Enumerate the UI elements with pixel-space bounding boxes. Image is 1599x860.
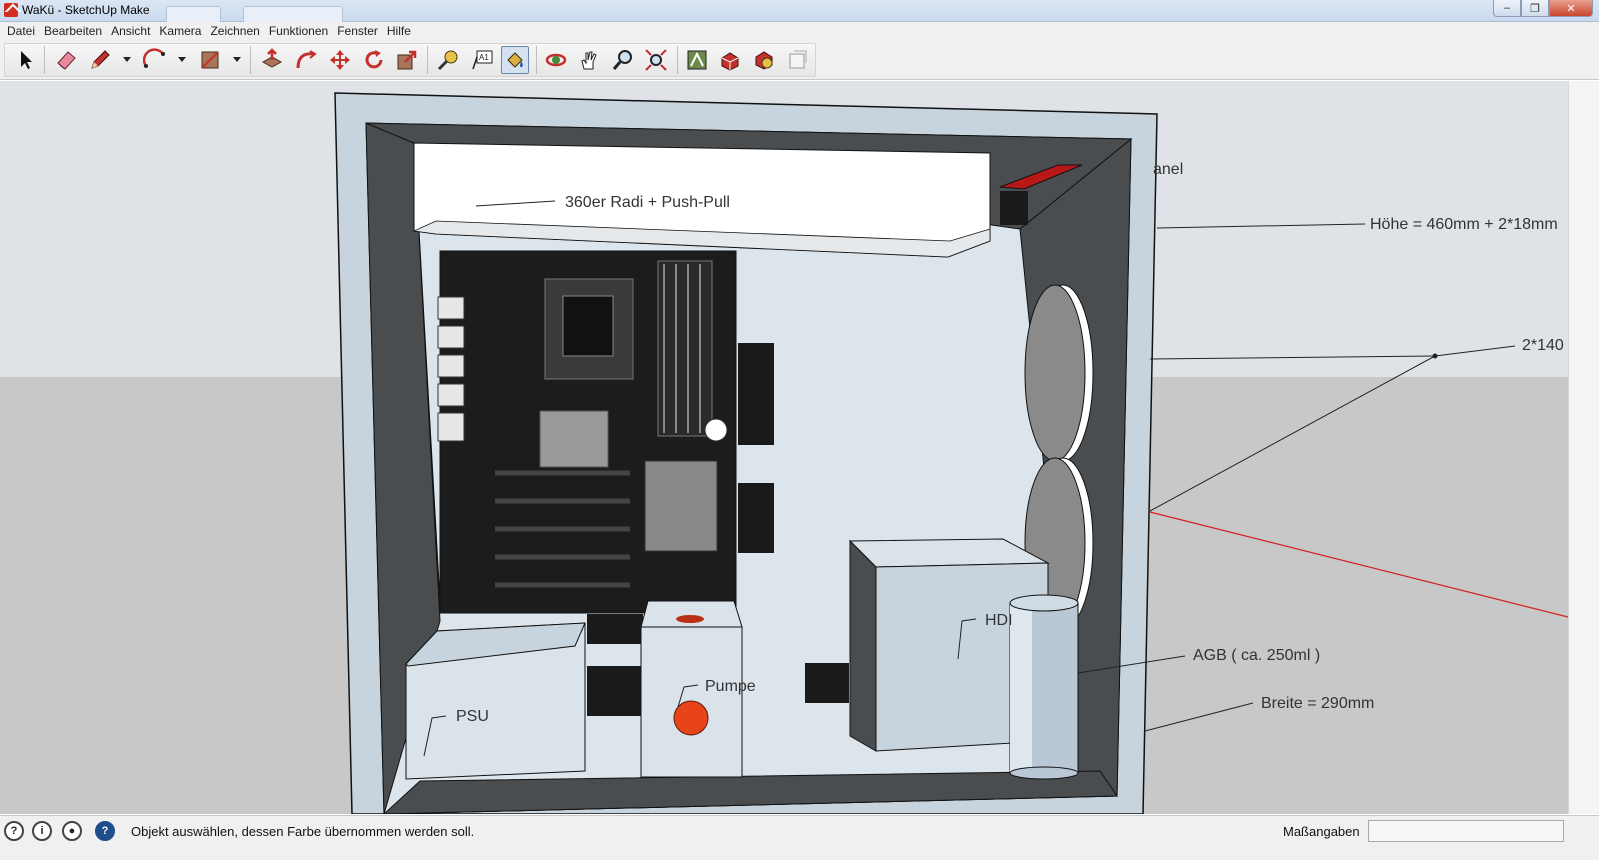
hdd-side bbox=[849, 539, 877, 752]
restore-button[interactable]: ❐ bbox=[1521, 0, 1549, 17]
geolocation-icon[interactable]: ? bbox=[4, 821, 24, 841]
pump-outlet bbox=[673, 700, 709, 736]
pencil-dropdown-arrow[interactable] bbox=[123, 57, 131, 62]
menu-kamera[interactable]: Kamera bbox=[156, 24, 207, 38]
toolbar-separator bbox=[677, 46, 678, 74]
fan-1 bbox=[1024, 284, 1086, 462]
menu-datei[interactable]: Datei bbox=[4, 24, 41, 38]
rotate-tool-icon[interactable] bbox=[360, 46, 388, 74]
tape-measure-tool-icon[interactable] bbox=[434, 46, 462, 74]
viewport-right-edge bbox=[1568, 81, 1599, 814]
paint-bucket-tool-icon[interactable] bbox=[501, 46, 529, 74]
sata-block bbox=[644, 460, 718, 552]
user-icon[interactable]: ● bbox=[62, 821, 82, 841]
menu-zeichnen[interactable]: Zeichnen bbox=[207, 24, 265, 38]
measurements-input[interactable] bbox=[1368, 820, 1564, 842]
arc-dropdown-arrow[interactable] bbox=[178, 57, 186, 62]
label-reservoir[interactable]: AGB ( ca. 250ml ) bbox=[1193, 647, 1320, 665]
arc-tool-icon[interactable] bbox=[141, 46, 169, 74]
dark-port bbox=[1000, 191, 1028, 225]
ram-slots bbox=[657, 260, 713, 437]
minimize-button[interactable]: – bbox=[1493, 0, 1521, 17]
layout-icon[interactable] bbox=[784, 46, 812, 74]
pump-inlet bbox=[676, 615, 704, 623]
text-tool-icon[interactable]: A1 bbox=[468, 46, 496, 74]
label-fans[interactable]: 2*140 bbox=[1522, 337, 1564, 355]
model-viewport[interactable]: 360er Radi + Push-Pull anel Höhe = 460mm… bbox=[0, 81, 1568, 814]
zoom-extents-tool-icon[interactable] bbox=[642, 46, 670, 74]
pan-tool-icon[interactable] bbox=[575, 46, 603, 74]
follow-me-tool-icon[interactable] bbox=[292, 46, 320, 74]
label-pump[interactable]: Pumpe bbox=[705, 678, 756, 696]
label-radiator[interactable]: 360er Radi + Push-Pull bbox=[565, 194, 730, 212]
push-pull-tool-icon[interactable] bbox=[258, 46, 286, 74]
rectangle-dropdown-arrow[interactable] bbox=[233, 57, 241, 62]
main-toolbar: A1 bbox=[0, 40, 1599, 80]
menu-bar: Datei Bearbeiten Ansicht Kamera Zeichnen… bbox=[0, 22, 1599, 40]
menu-fenster[interactable]: Fenster bbox=[334, 24, 384, 38]
rectangle-tool-icon[interactable] bbox=[196, 46, 224, 74]
credits-icon[interactable]: i bbox=[32, 821, 52, 841]
mobo-battery bbox=[704, 418, 728, 442]
menu-funktionen[interactable]: Funktionen bbox=[266, 24, 334, 38]
toolbar-separator bbox=[250, 46, 251, 74]
status-bar: ? i ● ? Objekt auswählen, dessen Farbe ü… bbox=[0, 815, 1599, 860]
select-tool-icon[interactable] bbox=[12, 46, 40, 74]
help-icon[interactable]: ? bbox=[95, 821, 115, 841]
window-title: WaKü - SketchUp Make bbox=[22, 3, 150, 17]
chipset bbox=[539, 410, 609, 468]
reservoir-top bbox=[1009, 594, 1079, 612]
pencil-tool-icon[interactable] bbox=[86, 46, 114, 74]
status-message: Objekt auswählen, dessen Farbe übernomme… bbox=[131, 824, 475, 839]
label-hdd[interactable]: HDI bbox=[985, 612, 1013, 630]
orbit-tool-icon[interactable] bbox=[542, 46, 570, 74]
move-tool-icon[interactable] bbox=[326, 46, 354, 74]
share-model-icon[interactable] bbox=[716, 46, 744, 74]
cpu-area bbox=[562, 295, 614, 357]
cable-cutout-top bbox=[738, 343, 774, 445]
title-bar: WaKü - SketchUp Make – ❐ ✕ bbox=[0, 0, 1599, 22]
measurements-label: Maßangaben bbox=[1283, 824, 1360, 839]
close-button[interactable]: ✕ bbox=[1549, 0, 1593, 17]
menu-bearbeiten[interactable]: Bearbeiten bbox=[41, 24, 108, 38]
label-width[interactable]: Breite = 290mm bbox=[1261, 695, 1374, 713]
pump-top bbox=[640, 600, 743, 628]
label-psu[interactable]: PSU bbox=[456, 708, 489, 726]
background-window-tab bbox=[166, 6, 221, 22]
scale-tool-icon[interactable] bbox=[393, 46, 421, 74]
eraser-tool-icon[interactable] bbox=[52, 46, 80, 74]
cable-cutout-bottom bbox=[738, 483, 774, 553]
menu-hilfe[interactable]: Hilfe bbox=[384, 24, 417, 38]
sketchup-app-icon[interactable] bbox=[4, 3, 18, 17]
extension-warehouse-icon[interactable] bbox=[750, 46, 778, 74]
menu-ansicht[interactable]: Ansicht bbox=[108, 24, 156, 38]
toolbar-separator bbox=[44, 46, 45, 74]
toolbar-separator bbox=[536, 46, 537, 74]
window-controls: – ❐ ✕ bbox=[1493, 0, 1593, 17]
3d-warehouse-icon[interactable] bbox=[683, 46, 711, 74]
background-window-tab bbox=[243, 6, 343, 22]
label-height[interactable]: Höhe = 460mm + 2*18mm bbox=[1370, 216, 1558, 234]
zoom-tool-icon[interactable] bbox=[609, 46, 637, 74]
label-panel[interactable]: anel bbox=[1153, 161, 1183, 179]
svg-text:A1: A1 bbox=[479, 53, 489, 62]
toolbar-separator bbox=[427, 46, 428, 74]
